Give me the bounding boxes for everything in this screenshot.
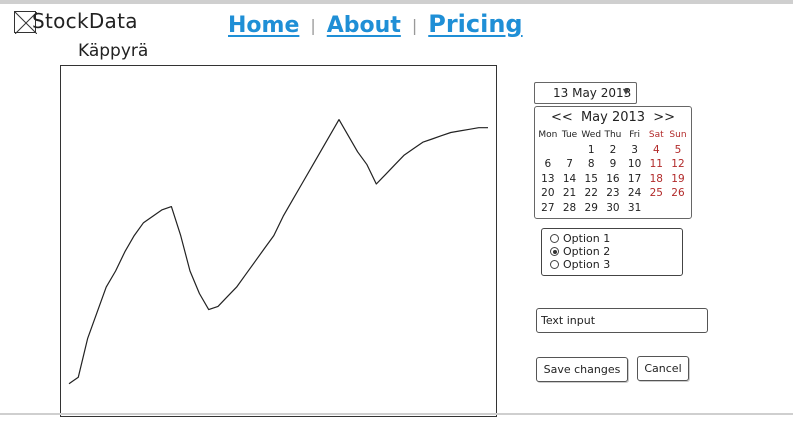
radio-option-3[interactable]: Option 3 [550,258,610,271]
calendar-day[interactable]: 10 [624,157,646,172]
calendar-day[interactable]: 1 [580,143,602,158]
prev-month-button[interactable]: << [551,110,573,125]
radio-label: Option 3 [563,258,611,271]
chart-series-line [68,119,488,385]
calendar-day[interactable]: 15 [580,172,602,187]
bottom-divider [0,413,793,415]
cancel-button[interactable]: Cancel [637,356,689,381]
brand-logo[interactable]: StockData [14,9,162,34]
radio-group: Option 1 Option 2 Option 3 [541,228,683,276]
calendar-day[interactable]: 8 [580,157,602,172]
brand-name: StockData [32,9,138,33]
calendar-day[interactable]: 9 [602,157,624,172]
calendar-day[interactable]: 13 [537,172,559,187]
radio-label: Option 2 [563,245,611,258]
chevron-down-icon: ▼ [622,87,629,96]
calendar-day[interactable]: 12 [667,157,689,172]
calendar-day[interactable]: 28 [559,201,581,216]
save-changes-button[interactable]: Save changes [536,357,628,382]
radio-button[interactable] [550,247,559,256]
calendar-day[interactable]: 5 [667,143,689,158]
radio-option-2[interactable]: Option 2 [550,245,610,258]
calendar-day[interactable]: 23 [602,186,624,201]
radio-button[interactable] [550,260,559,269]
nav-about-link[interactable]: About [327,13,401,38]
weekday-header: Fri [629,130,640,140]
calendar-day[interactable]: 31 [624,201,646,216]
weekday-header: Sun [669,130,687,140]
chart-plot-area [68,119,488,385]
calendar-day[interactable]: 4 [645,143,667,158]
calendar-day[interactable]: 7 [559,157,581,172]
weekday-header: Tue [561,130,578,140]
calendar-day[interactable]: 17 [624,172,646,187]
radio-button[interactable] [550,234,559,243]
chart-title: Käppyrä [78,41,149,61]
calendar-empty-cell [667,201,689,216]
calendar-empty-cell [559,143,581,158]
calendar-day[interactable]: 24 [624,186,646,201]
weekday-header: Thu [604,130,622,140]
main-nav: Home | About | Pricing [228,6,523,38]
calendar-day[interactable]: 18 [645,172,667,187]
date-select-value: 13 May 2013 [553,86,632,100]
nav-separator: | [310,16,316,35]
calendar-day[interactable]: 16 [602,172,624,187]
line-chart [60,65,497,417]
calendar-empty-cell [537,143,559,158]
calendar: << May 2013 >> Mon Tue Wed Thu Fri Sat Sun 1 2 3 4… [534,106,692,219]
nav-pricing-link[interactable]: Pricing [428,10,522,38]
top-divider [0,0,793,4]
calendar-day[interactable]: 25 [645,186,667,201]
calendar-day[interactable]: 26 [667,186,689,201]
calendar-day[interactable]: 19 [667,172,689,187]
nav-separator: | [411,16,418,35]
calendar-day[interactable]: 2 [602,143,624,158]
text-input[interactable] [536,308,708,333]
weekday-header: Mon [538,130,558,140]
calendar-day[interactable]: 20 [537,186,559,201]
nav-home-link[interactable]: Home [228,13,299,38]
weekday-header: Sat [648,130,664,140]
calendar-day[interactable]: 22 [580,186,602,201]
calendar-empty-cell [645,201,667,216]
calendar-day[interactable]: 14 [559,172,581,187]
calendar-day[interactable]: 27 [537,201,559,216]
calendar-day[interactable]: 21 [559,186,581,201]
calendar-day[interactable]: 6 [537,157,559,172]
calendar-header: << May 2013 >> [535,110,691,125]
calendar-grid: Mon Tue Wed Thu Fri Sat Sun 1 2 3 4 5 6 7 8 9 10 11 12 13 14… [537,128,689,215]
calendar-day[interactable]: 30 [602,201,624,216]
date-select[interactable]: 13 May 2013 ▼ [534,82,637,104]
calendar-day[interactable]: 3 [624,143,646,158]
weekday-header: Wed [581,130,602,140]
calendar-day[interactable]: 29 [580,201,602,216]
calendar-month-label: May 2013 [580,110,646,125]
calendar-day[interactable]: 11 [645,157,667,172]
radio-label: Option 1 [563,232,611,245]
next-month-button[interactable]: >> [653,110,675,125]
radio-option-1[interactable]: Option 1 [550,232,610,245]
